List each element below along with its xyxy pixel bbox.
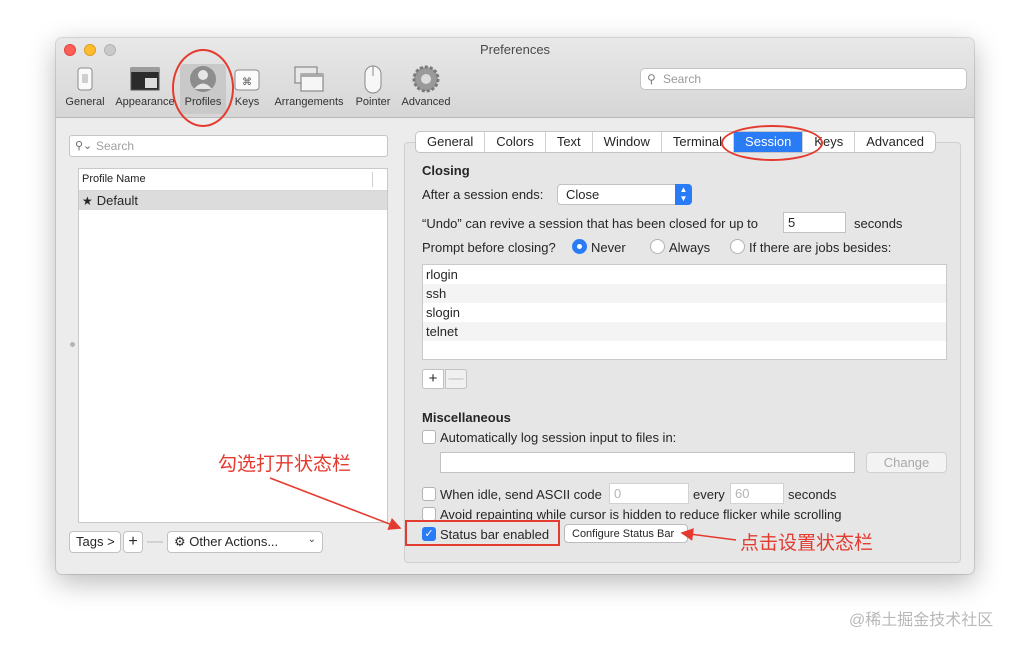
toolbar-search-input[interactable]: ⚲ Search	[640, 68, 967, 90]
add-profile-button[interactable]: +	[123, 531, 143, 553]
watermark: @稀土掘金技术社区	[849, 612, 994, 629]
prompt-always-radio[interactable]	[650, 239, 665, 254]
profile-name: Default	[96, 193, 138, 208]
autolog-path-input[interactable]	[440, 452, 855, 473]
list-item[interactable]: rlogin	[423, 265, 946, 284]
select-value: Close	[566, 187, 600, 202]
gear-icon: ⚙	[174, 534, 186, 549]
toolbar-pointer[interactable]: Pointer	[352, 64, 394, 114]
toolbar-general[interactable]: General	[62, 64, 108, 114]
toolbar-label: Arrangements	[274, 96, 344, 108]
closing-section-title: Closing	[422, 163, 470, 178]
tab-window[interactable]: Window	[593, 132, 662, 152]
idle-every-label: every	[693, 487, 725, 502]
search-placeholder: Search	[96, 139, 135, 153]
tab-advanced[interactable]: Advanced	[855, 132, 935, 152]
star-icon: ★	[82, 194, 93, 208]
toolbar-appearance[interactable]: Appearance	[112, 64, 178, 114]
other-actions-button[interactable]: ⚙ Other Actions... ⌄	[167, 531, 323, 553]
remove-profile-button[interactable]: —	[145, 531, 165, 553]
search-placeholder: Search	[663, 72, 702, 86]
prompt-jobs-label: If there are jobs besides:	[749, 240, 892, 255]
gear-icon	[410, 64, 442, 94]
toolbar-arrangements[interactable]: Arrangements	[270, 64, 348, 114]
list-item[interactable]: ssh	[423, 284, 946, 303]
list-item[interactable]: ★ Default	[79, 191, 387, 210]
annotation-circle-profiles	[172, 49, 234, 127]
list-item[interactable]: slogin	[423, 303, 946, 322]
tab-general[interactable]: General	[416, 132, 486, 152]
autolog-checkbox[interactable]	[422, 430, 436, 444]
tags-button[interactable]: Tags >	[69, 531, 121, 553]
avoid-repaint-checkbox[interactable]	[422, 507, 436, 521]
change-button[interactable]: Change	[866, 452, 947, 473]
toolbar-label: Advanced	[401, 96, 451, 108]
prompt-never-radio[interactable]	[572, 239, 587, 254]
toolbar-label: Keys	[234, 96, 260, 108]
idle-seconds-input[interactable]: 60	[730, 483, 784, 504]
add-job-button[interactable]: +	[422, 369, 444, 389]
chevron-down-icon: ⌄	[307, 534, 316, 545]
tab-colors[interactable]: Colors	[485, 132, 546, 152]
arrangements-icon	[293, 64, 325, 94]
chevron-updown-icon: ▲ ▼	[675, 184, 692, 205]
other-actions-label: Other Actions...	[189, 534, 279, 549]
autolog-label: Automatically log session input to files…	[440, 430, 677, 445]
profile-name-header[interactable]: Profile Name	[79, 169, 387, 191]
undo-unit-label: seconds	[854, 216, 903, 231]
pointer-icon	[357, 64, 389, 94]
annotation-check-note: 勾选打开状态栏	[218, 454, 352, 475]
after-session-select[interactable]: Close ▲ ▼	[557, 184, 692, 205]
toolbar-keys[interactable]: ⌘ Keys	[229, 64, 265, 114]
column-header-label: Profile Name	[82, 173, 146, 185]
profile-tabs: General Colors Text Window Terminal Sess…	[415, 131, 937, 153]
idle-checkbox[interactable]	[422, 487, 436, 501]
profile-search-input[interactable]: ⚲⌄ Search	[69, 135, 388, 157]
toolbar-label: Pointer	[355, 96, 391, 108]
annotation-circle-session	[721, 125, 823, 161]
prompt-jobs-radio[interactable]	[730, 239, 745, 254]
svg-text:⌘: ⌘	[242, 77, 252, 88]
remove-job-button[interactable]: —	[445, 369, 467, 389]
toolbar-advanced[interactable]: Advanced	[398, 64, 454, 114]
undo-seconds-input[interactable]: 5	[783, 212, 846, 233]
after-session-label: After a session ends:	[422, 187, 544, 202]
toolbar-label: Appearance	[115, 96, 175, 108]
jobs-list: rlogin ssh slogin telnet	[422, 264, 947, 360]
prompt-label: Prompt before closing?	[422, 240, 556, 255]
idle-seconds-label: seconds	[788, 487, 837, 502]
search-icon: ⚲⌄	[75, 140, 93, 152]
search-icon: ⚲	[647, 72, 656, 86]
appearance-icon	[129, 64, 161, 94]
undo-label: “Undo” can revive a session that has bee…	[422, 216, 759, 231]
general-icon	[69, 64, 101, 94]
misc-section-title: Miscellaneous	[422, 410, 511, 425]
toolbar-label: General	[65, 96, 105, 108]
prompt-never-label: Never	[591, 240, 626, 255]
annotation-configure-note: 点击设置状态栏	[740, 533, 874, 554]
keys-icon: ⌘	[231, 64, 263, 94]
configure-status-bar-button[interactable]: Configure Status Bar	[564, 524, 688, 543]
prompt-always-label: Always	[669, 240, 711, 255]
split-handle[interactable]	[70, 342, 75, 347]
list-item[interactable]: telnet	[423, 322, 946, 341]
annotation-box-status-bar	[405, 520, 560, 546]
idle-code-input[interactable]: 0	[609, 483, 689, 504]
idle-label: When idle, send ASCII code	[440, 487, 602, 502]
column-divider	[372, 172, 373, 187]
tab-text[interactable]: Text	[546, 132, 593, 152]
